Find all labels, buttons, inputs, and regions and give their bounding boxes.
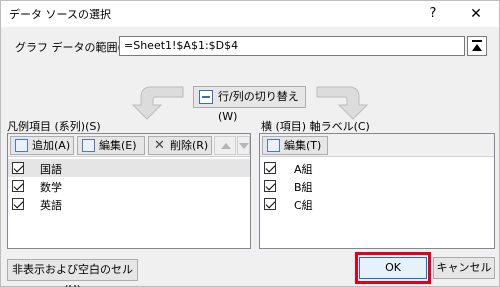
- ok-button[interactable]: OK: [359, 257, 427, 279]
- move-down-button[interactable]: [237, 136, 250, 155]
- axis-label-item[interactable]: A組: [260, 159, 494, 177]
- axis-label-item[interactable]: B組: [260, 177, 494, 195]
- move-up-button[interactable]: [214, 136, 236, 155]
- add-series-label: 追加(A): [32, 139, 71, 152]
- edit-icon: [82, 139, 95, 152]
- axis-label-text: A組: [294, 163, 313, 176]
- series-item-label: 数学: [40, 181, 62, 194]
- cancel-button[interactable]: キャンセル: [433, 257, 495, 279]
- axis-label-checkbox[interactable]: [264, 162, 276, 174]
- axis-label-text: B組: [294, 181, 313, 194]
- switch-row-column-button[interactable]: 行/列の切り替え(W): [193, 86, 306, 123]
- right-curved-arrow-icon: [316, 86, 369, 120]
- series-list-item[interactable]: 英語: [8, 195, 250, 213]
- left-curved-arrow-icon: [131, 86, 184, 120]
- series-section-label: 凡例項目 (系列)(S): [7, 120, 101, 133]
- series-checkbox[interactable]: [12, 180, 24, 192]
- series-item-label: 英語: [40, 199, 62, 212]
- axis-labels-section-label: 横 (項目) 軸ラベル(C): [261, 120, 370, 133]
- axis-label-text: C組: [294, 199, 313, 212]
- chart-range-input[interactable]: =Sheet1!$A$1:$D$4: [119, 36, 465, 56]
- axis-labels-toolbar: 編集(T): [260, 134, 494, 157]
- series-list-item[interactable]: 数学: [8, 177, 250, 195]
- move-down-icon: [239, 143, 249, 149]
- help-button[interactable]: ?: [421, 4, 445, 24]
- series-toolbar: 追加(A) 編集(E) ✕ 削除(R): [8, 134, 250, 157]
- edit-icon: [267, 139, 280, 152]
- axis-labels-panel: 編集(T) A組 B組 C組: [259, 133, 495, 249]
- edit-series-button[interactable]: 編集(E): [77, 136, 145, 155]
- series-item-label: 国語: [40, 163, 62, 176]
- move-up-icon: [221, 143, 231, 149]
- edit-series-label: 編集(E): [99, 139, 137, 152]
- delete-series-label: 削除(R): [170, 139, 209, 152]
- axis-label-item[interactable]: C組: [260, 195, 494, 213]
- series-checkbox[interactable]: [12, 198, 24, 210]
- close-button[interactable]: ✕: [464, 4, 488, 24]
- add-series-button[interactable]: 追加(A): [10, 136, 74, 155]
- edit-axis-labels-button[interactable]: 編集(T): [262, 136, 328, 155]
- delete-series-button[interactable]: ✕ 削除(R): [148, 136, 212, 155]
- axis-label-checkbox[interactable]: [264, 198, 276, 210]
- edit-axis-labels-label: 編集(T): [284, 139, 322, 152]
- add-icon: [15, 139, 28, 152]
- series-panel: 追加(A) 編集(E) ✕ 削除(R) 国語 数学 英語: [7, 133, 251, 249]
- title-bar: データ ソースの選択 ? ✕: [1, 1, 499, 27]
- series-list-item[interactable]: 国語: [8, 159, 250, 177]
- delete-x-icon: ✕: [154, 138, 165, 153]
- select-data-source-dialog: データ ソースの選択 ? ✕ グラフ データの範囲(D): =Sheet1!$A…: [0, 0, 500, 287]
- series-checkbox[interactable]: [12, 162, 24, 174]
- switch-row-column-icon: [199, 90, 213, 104]
- collapse-dialog-button[interactable]: [467, 36, 487, 56]
- hidden-empty-cells-button[interactable]: 非表示および空白のセル(H): [7, 259, 138, 287]
- axis-label-checkbox[interactable]: [264, 180, 276, 192]
- dialog-title: データ ソースの選択: [9, 8, 111, 21]
